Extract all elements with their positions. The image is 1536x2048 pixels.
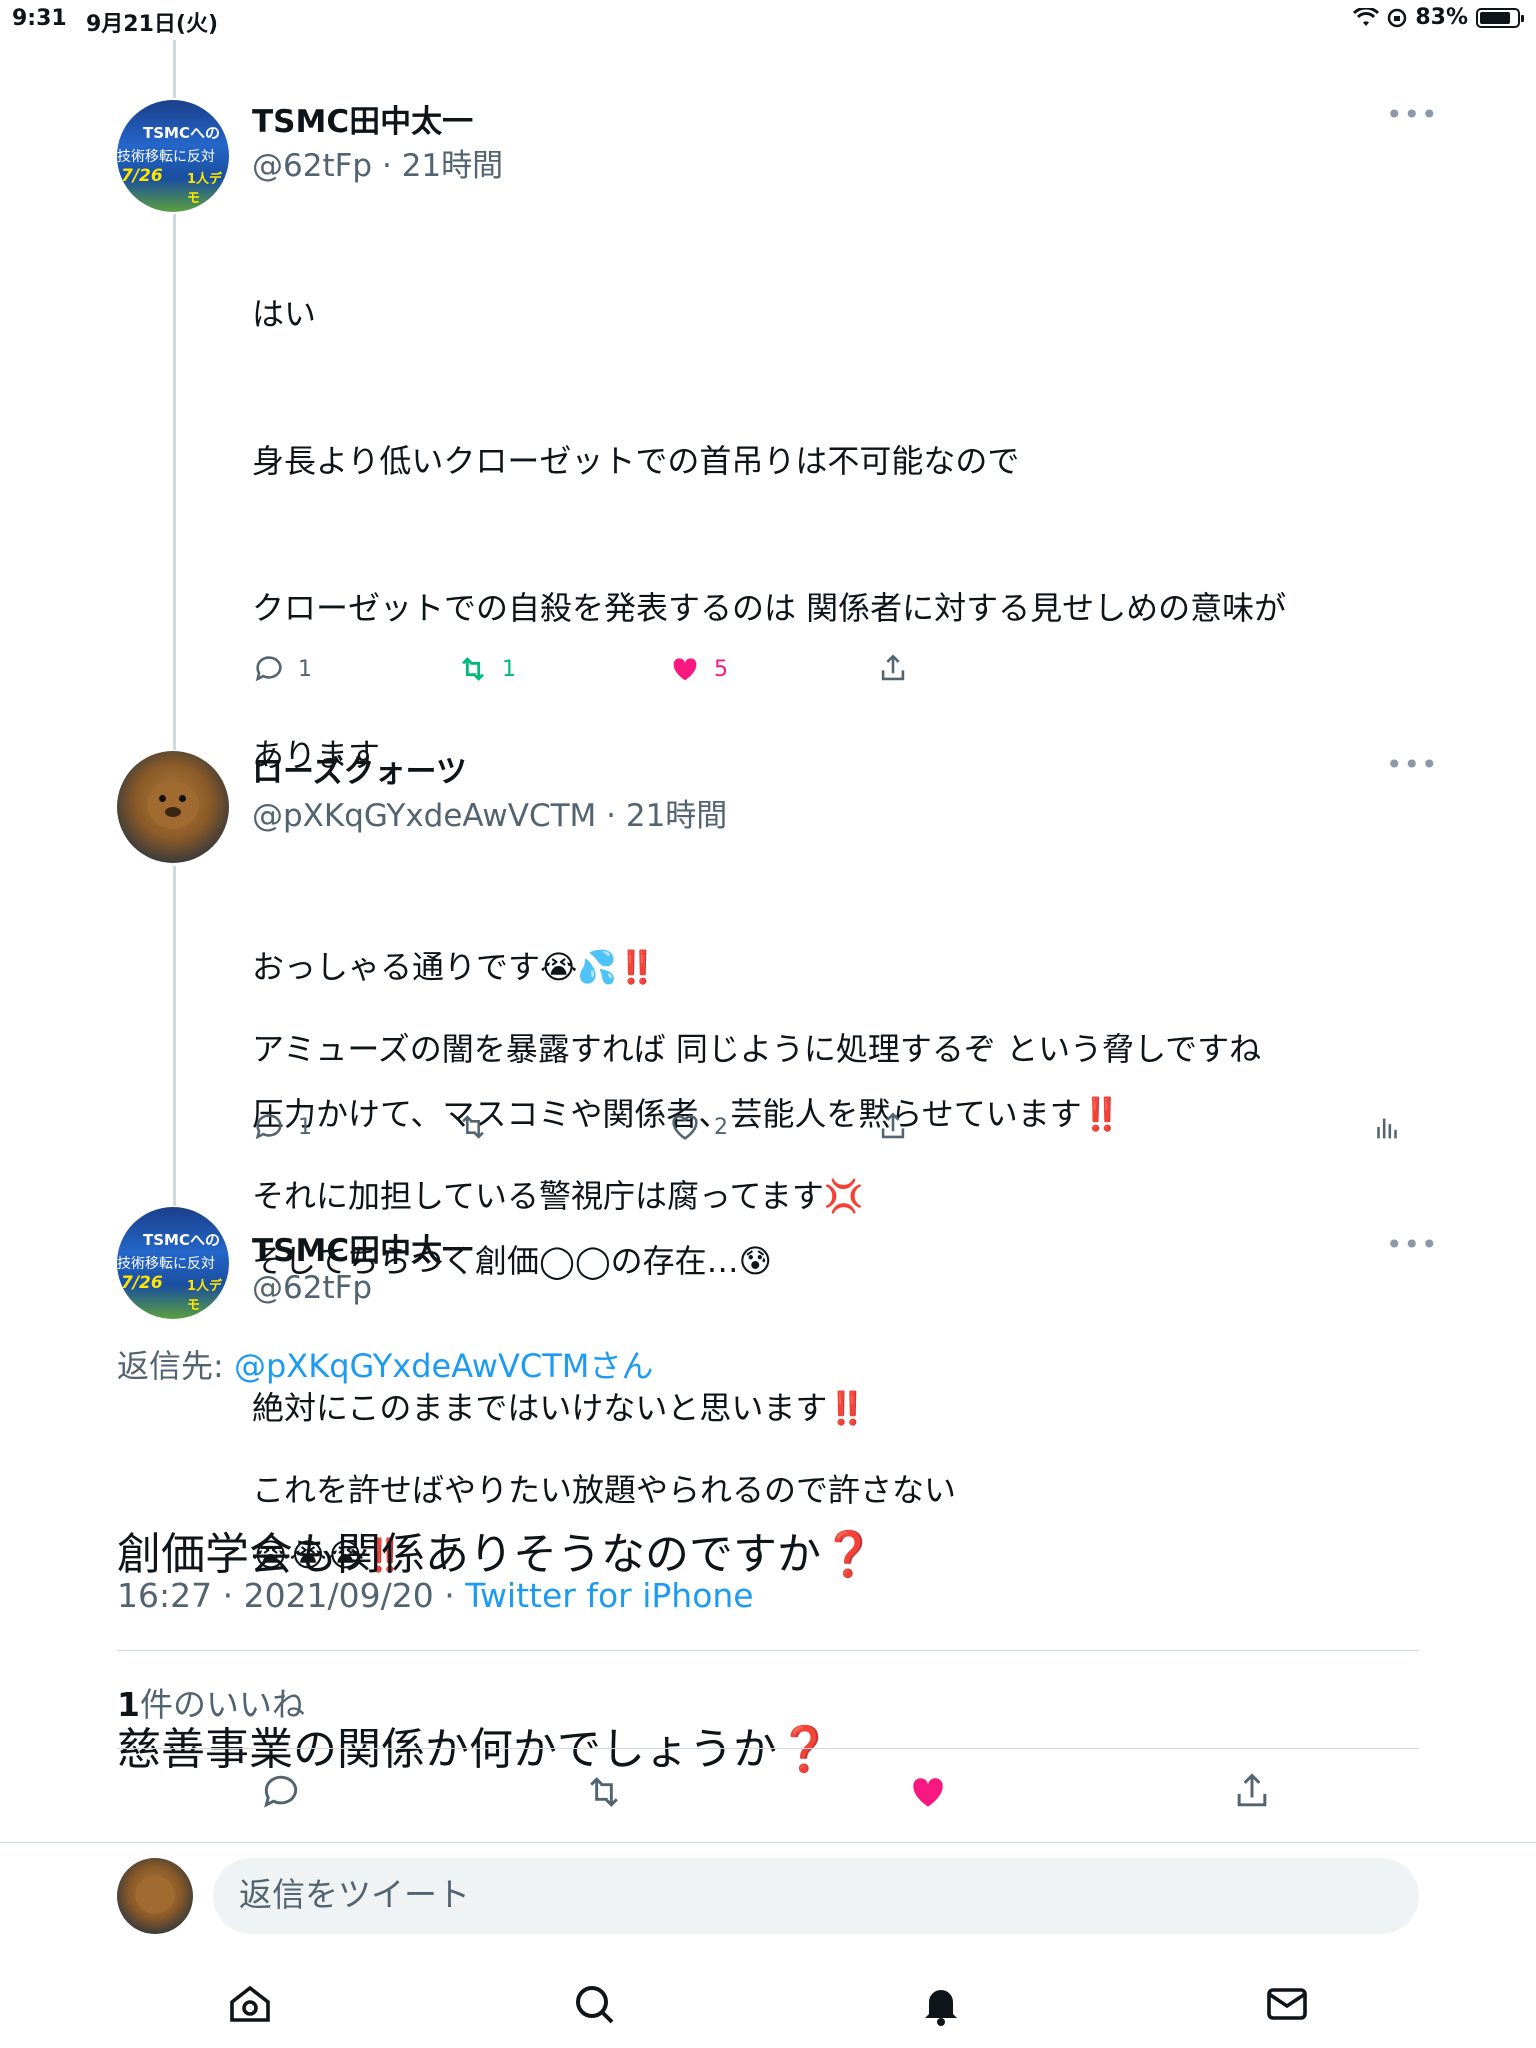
analytics-button[interactable] bbox=[1370, 1110, 1404, 1144]
tweet-timestamp: 16:27 · 2021/09/20 · Twitter for iPhone bbox=[117, 1576, 754, 1615]
avatar-text: 1人デモ bbox=[187, 172, 223, 206]
tweet-author-name[interactable]: TSMC田中太一 bbox=[252, 96, 473, 141]
avatar-text: 1人デモ bbox=[187, 1279, 223, 1313]
my-avatar[interactable] bbox=[117, 1858, 193, 1934]
status-time: 9:31 bbox=[12, 6, 67, 31]
tweet-line: はい bbox=[252, 295, 317, 333]
reply-icon bbox=[255, 656, 282, 682]
status-bar: 9:31 9月21日(火) 83% bbox=[0, 0, 1536, 40]
search-icon[interactable] bbox=[570, 1980, 618, 2028]
share-button[interactable] bbox=[876, 1110, 910, 1144]
like-icon[interactable] bbox=[906, 1770, 950, 1814]
more-icon[interactable]: ••• bbox=[1386, 1228, 1439, 1261]
tweet-line: クローゼットでの自殺を発表するのは 関係者に対する見せしめの意味が bbox=[252, 589, 1287, 627]
timestamp-text: 16:27 · 2021/09/20 · bbox=[117, 1576, 466, 1615]
home-icon[interactable] bbox=[226, 1980, 274, 2028]
more-icon[interactable]: ••• bbox=[1386, 98, 1439, 131]
tweet-author-name[interactable]: ローズクォーツ bbox=[252, 746, 467, 791]
avatar-text: TSMCへの bbox=[143, 1231, 220, 1249]
like-icon bbox=[673, 658, 697, 681]
reply-to-link[interactable]: @pXKqGYxdeAwVCTMさん bbox=[234, 1347, 653, 1385]
focus-tweet-text: 創価学会も関係ありそうなのですか❓ 慈善事業の関係か何かでしょうか❓ bbox=[117, 1392, 876, 1912]
retweet-button[interactable] bbox=[456, 1110, 502, 1144]
avatar-face bbox=[135, 1876, 175, 1914]
like-count: 2 bbox=[714, 1114, 728, 1140]
like-icon bbox=[672, 1115, 698, 1140]
share-button[interactable] bbox=[876, 652, 910, 686]
reply-count: 1 bbox=[298, 1114, 312, 1140]
more-icon[interactable]: ••• bbox=[1386, 748, 1439, 781]
retweet-icon bbox=[462, 1115, 484, 1139]
source-link[interactable]: Twitter for iPhone bbox=[465, 1576, 753, 1615]
reply-to-line: 返信先: @pXKqGYxdeAwVCTMさん bbox=[117, 1341, 653, 1387]
tweet-line: 身長より低いクローゼットでの首吊りは不可能なので bbox=[252, 442, 1020, 480]
reply-input[interactable] bbox=[237, 1874, 1341, 1915]
likes-summary[interactable]: 1件のいいね bbox=[117, 1678, 305, 1726]
share-icon[interactable] bbox=[1230, 1770, 1274, 1814]
tweet-author-handle[interactable]: @pXKqGYxdeAwVCTM · 21時間 bbox=[252, 790, 727, 835]
thread-connector bbox=[173, 40, 176, 98]
avatar-text: 技術移転に反対 bbox=[117, 1256, 215, 1272]
divider bbox=[117, 1748, 1419, 1749]
reply-button[interactable]: 1 bbox=[252, 1110, 312, 1144]
avatar-text: TSMCへの bbox=[143, 124, 220, 142]
reply-icon[interactable] bbox=[259, 1770, 303, 1814]
status-date: 9月21日(火) bbox=[86, 12, 219, 37]
tweet-actions: 1 2 bbox=[252, 1110, 1452, 1150]
avatar-eye bbox=[159, 795, 166, 802]
battery-percent: 83% bbox=[1415, 5, 1468, 30]
messages-icon[interactable] bbox=[1263, 1980, 1311, 2028]
avatar[interactable]: TSMCへの 技術移転に反対 7/26 1人デモ bbox=[117, 100, 229, 212]
avatar-face bbox=[147, 781, 199, 829]
like-button[interactable]: 2 bbox=[668, 1110, 728, 1144]
like-button[interactable]: 5 bbox=[668, 652, 728, 686]
analytics-icon bbox=[1377, 1118, 1397, 1139]
tweet-line: おっしゃる通りです😭💦‼️ bbox=[252, 948, 658, 986]
tab-bar bbox=[0, 1970, 1536, 2048]
retweet-icon bbox=[462, 657, 484, 681]
status-right: 83% bbox=[1353, 5, 1524, 30]
battery-icon bbox=[1476, 7, 1524, 28]
share-icon bbox=[881, 654, 905, 681]
thread-connector bbox=[173, 866, 176, 1206]
divider bbox=[117, 1650, 1419, 1651]
share-icon bbox=[881, 1112, 905, 1139]
tweet-actions: 1 1 5 bbox=[252, 652, 1452, 692]
avatar[interactable]: TSMCへの 技術移転に反対 7/26 1人デモ bbox=[117, 1207, 229, 1319]
wifi-icon bbox=[1353, 7, 1380, 26]
avatar-text: 技術移転に反対 bbox=[117, 149, 215, 165]
avatar[interactable] bbox=[117, 751, 229, 863]
reply-button[interactable]: 1 bbox=[252, 652, 312, 686]
tweet-author-handle[interactable]: @62tFp · 21時間 bbox=[252, 140, 503, 185]
reply-count: 1 bbox=[298, 656, 312, 682]
focus-actions bbox=[0, 1770, 1536, 1830]
reply-to-label: 返信先: bbox=[117, 1347, 234, 1385]
thread-connector bbox=[173, 214, 176, 750]
retweet-count: 1 bbox=[502, 656, 516, 682]
retweet-button[interactable]: 1 bbox=[456, 652, 516, 686]
avatar-text: 7/26 bbox=[121, 1273, 163, 1293]
tweet-author-handle[interactable]: @62tFp bbox=[252, 1270, 372, 1306]
tweet-author-name[interactable]: TSMC田中太一 bbox=[252, 1225, 473, 1270]
reply-composer[interactable] bbox=[213, 1858, 1419, 1934]
like-count: 5 bbox=[714, 656, 728, 682]
avatar-eye bbox=[179, 795, 186, 802]
avatar-text: 7/26 bbox=[121, 166, 163, 186]
notifications-icon[interactable] bbox=[917, 1980, 965, 2028]
retweet-icon[interactable] bbox=[582, 1770, 626, 1814]
reply-icon bbox=[255, 1114, 282, 1140]
divider bbox=[0, 1842, 1536, 1843]
orientation-lock-icon bbox=[1388, 8, 1407, 27]
avatar-nose bbox=[165, 807, 181, 817]
